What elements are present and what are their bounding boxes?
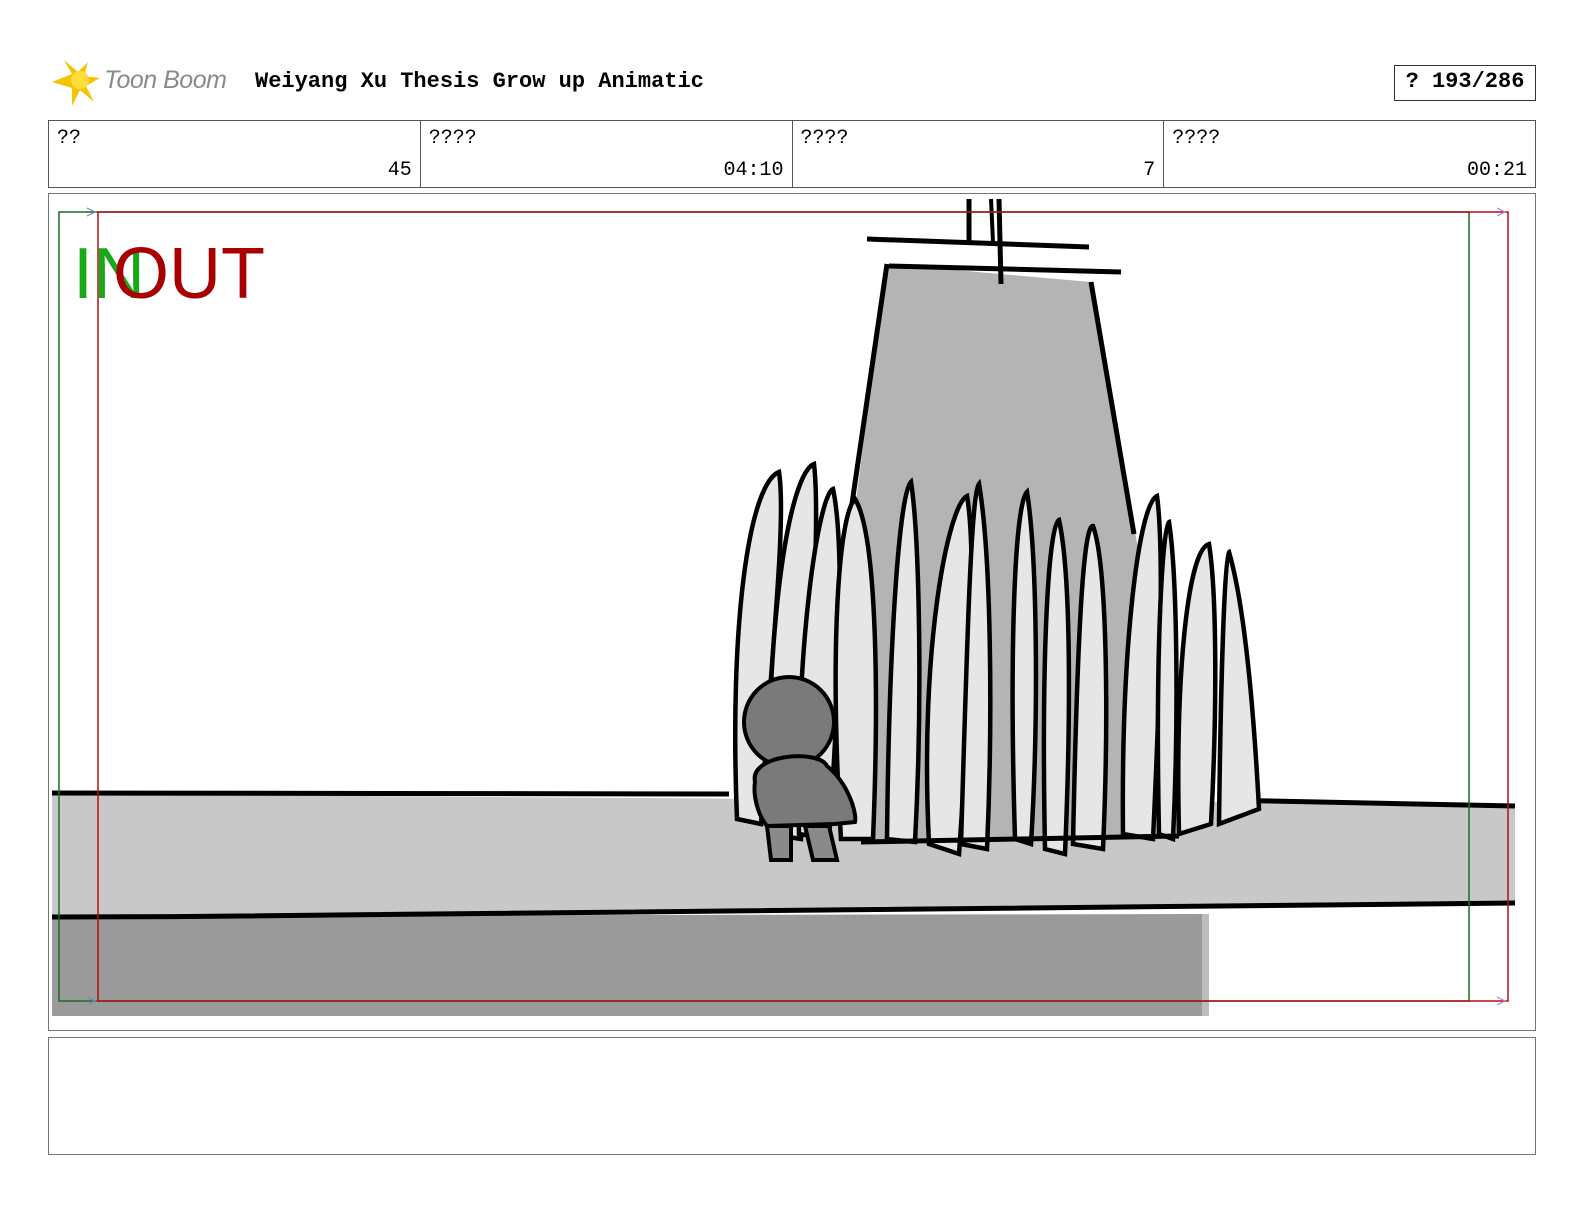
project-title: Weiyang Xu Thesis Grow up Animatic [255, 69, 704, 94]
info-label: ?? [57, 127, 82, 150]
info-label: ???? [1172, 127, 1221, 150]
info-cell-shot: ???? 7 [793, 121, 1165, 187]
info-cell-timecode: ???? 00:21 [1164, 121, 1535, 187]
storyboard-panel: IN OUT [48, 193, 1536, 1031]
panel-notes-box [48, 1037, 1536, 1155]
panel-info-bar: ?? 45 ???? 04:10 ???? 7 ???? 00:21 [48, 120, 1536, 188]
page-counter: ? 193/286 [1394, 65, 1536, 101]
info-value: 7 [1143, 159, 1156, 182]
info-cell-duration: ???? 04:10 [421, 121, 793, 187]
info-label: ???? [800, 127, 849, 150]
horizon-line [51, 790, 730, 797]
toon-boom-logo-icon [50, 56, 100, 108]
info-value: 00:21 [1466, 159, 1527, 182]
info-value: 04:10 [723, 159, 784, 182]
info-value: 45 [387, 159, 412, 182]
info-cell-panel: ?? 45 [49, 121, 421, 187]
info-label: ???? [428, 127, 477, 150]
out-marker-label: OUT [113, 234, 265, 314]
brand-name: Toon Boom [104, 66, 227, 94]
panel-drawing: IN OUT [51, 198, 1516, 1016]
